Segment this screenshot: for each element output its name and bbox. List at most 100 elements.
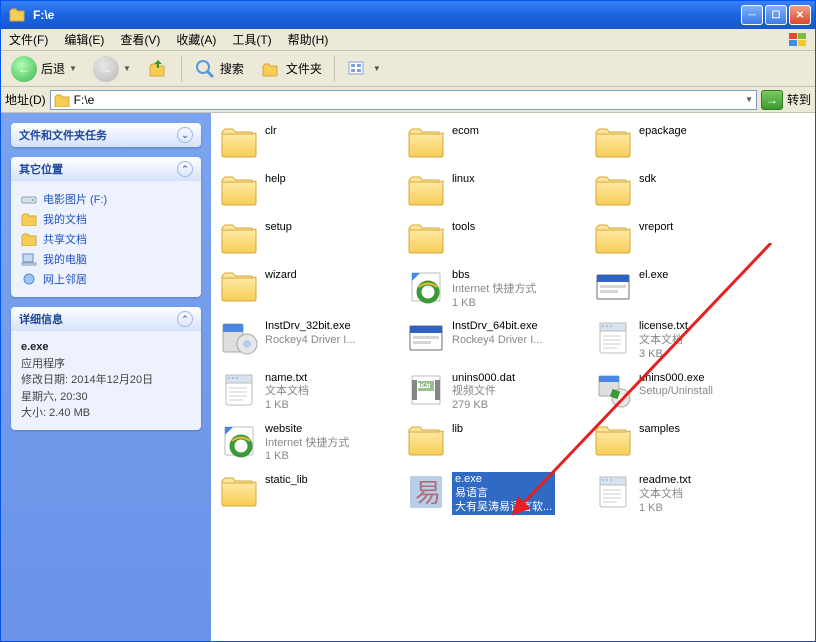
file-name: static_lib	[265, 474, 308, 488]
file-item[interactable]: InstDrv_32bit.exeRockey4 Driver I...	[219, 318, 404, 361]
file-item[interactable]: setup	[219, 219, 404, 259]
folder-icon	[54, 93, 70, 107]
menu-tools[interactable]: 工具(T)	[224, 31, 279, 48]
file-item[interactable]: bbsInternet 快捷方式1 KB	[406, 267, 591, 310]
file-item[interactable]: static_lib	[219, 472, 404, 515]
folder-icon	[219, 123, 259, 163]
chevron-up-icon[interactable]: ⌃	[177, 311, 193, 327]
sidebar-link[interactable]: 电影图片 (F:)	[21, 189, 191, 209]
views-button[interactable]: ▼	[343, 58, 385, 80]
sidebar-link[interactable]: 我的文档	[21, 209, 191, 229]
file-item[interactable]: unins000.exeSetup/Uninstall	[593, 370, 778, 413]
drive-icon	[21, 192, 37, 206]
sidebar-link-label: 共享文档	[43, 231, 87, 247]
chevron-down-icon[interactable]: ⌄	[177, 127, 193, 143]
search-button[interactable]: 搜索	[190, 56, 248, 82]
windows-flag-icon	[787, 31, 809, 49]
sidebar-link-label: 我的文档	[43, 211, 87, 227]
file-name: InstDrv_32bit.exe	[265, 320, 355, 334]
folder-icon	[219, 472, 259, 512]
file-item[interactable]: el.exe	[593, 267, 778, 310]
file-name: tools	[452, 221, 475, 235]
file-item[interactable]: samples	[593, 421, 778, 464]
details-modified: 修改日期: 2014年12月20日	[21, 372, 191, 389]
file-meta: 文本文档	[265, 385, 309, 399]
file-name: website	[265, 423, 349, 437]
file-name: samples	[639, 423, 680, 437]
file-item[interactable]: ecom	[406, 123, 591, 163]
file-item[interactable]: license.txt文本文档3 KB	[593, 318, 778, 361]
file-name: unins000.exe	[639, 372, 713, 386]
file-item[interactable]: websiteInternet 快捷方式1 KB	[219, 421, 404, 464]
file-item[interactable]: vreport	[593, 219, 778, 259]
ishortcut-icon	[219, 421, 259, 461]
file-item[interactable]: name.txt文本文档1 KB	[219, 370, 404, 413]
installer-icon	[219, 318, 259, 358]
go-label: 转到	[787, 91, 811, 108]
sidebar-link[interactable]: 共享文档	[21, 229, 191, 249]
file-item[interactable]: sdk	[593, 171, 778, 211]
file-item[interactable]: clr	[219, 123, 404, 163]
details-weekday: 星期六, 20:30	[21, 389, 191, 406]
app-icon	[593, 267, 633, 307]
chevron-up-icon[interactable]: ⌃	[177, 161, 193, 177]
file-item[interactable]: unins000.dat视频文件279 KB	[406, 370, 591, 413]
titlebar[interactable]: F:\e ─ ☐ ✕	[1, 1, 815, 29]
menu-view[interactable]: 查看(V)	[112, 31, 168, 48]
panel-tasks: 文件和文件夹任务⌄	[11, 123, 201, 147]
sidebar-link-label: 网上邻居	[43, 271, 87, 287]
forward-button[interactable]: →▼	[89, 54, 135, 84]
e-icon	[406, 472, 446, 512]
chevron-down-icon[interactable]: ▼	[745, 95, 753, 104]
sidebar-link[interactable]: 我的电脑	[21, 249, 191, 269]
file-item[interactable]: wizard	[219, 267, 404, 310]
close-button[interactable]: ✕	[789, 5, 811, 25]
file-item[interactable]: e.exe易语言大有吴涛易语言软...	[406, 472, 591, 515]
file-meta: 1 KB	[639, 502, 691, 516]
file-meta: 文本文档	[639, 488, 691, 502]
file-meta: 1 KB	[265, 450, 349, 464]
file-name: e.exe	[455, 473, 552, 487]
file-list[interactable]: clr ecom epackage help linux sdk setup tools vre…	[211, 113, 815, 641]
file-item[interactable]: help	[219, 171, 404, 211]
file-meta: 3 KB	[639, 348, 688, 362]
back-label: 后退	[41, 60, 65, 77]
file-meta: 易语言	[455, 487, 552, 501]
menu-edit[interactable]: 编辑(E)	[56, 31, 112, 48]
menu-fav[interactable]: 收藏(A)	[168, 31, 224, 48]
file-item[interactable]: readme.txt文本文档1 KB	[593, 472, 778, 515]
folder-icon	[219, 171, 259, 211]
folders-button[interactable]: 文件夹	[256, 57, 326, 81]
txt-icon	[593, 472, 633, 512]
maximize-button[interactable]: ☐	[765, 5, 787, 25]
address-input[interactable]: F:\e ▼	[50, 90, 757, 110]
menu-help[interactable]: 帮助(H)	[280, 31, 337, 48]
folder-icon	[593, 171, 633, 211]
folder-icon	[593, 219, 633, 259]
panel-other: 其它位置⌃ 电影图片 (F:)我的文档共享文档我的电脑网上邻居	[11, 157, 201, 297]
minimize-button[interactable]: ─	[741, 5, 763, 25]
back-button[interactable]: ←后退▼	[7, 54, 81, 84]
address-path: F:\e	[74, 93, 741, 107]
sidebar: 文件和文件夹任务⌄ 其它位置⌃ 电影图片 (F:)我的文档共享文档我的电脑网上邻…	[1, 113, 211, 641]
toolbar: ←后退▼ →▼ 搜索 文件夹 ▼	[1, 51, 815, 87]
file-item[interactable]: epackage	[593, 123, 778, 163]
up-button[interactable]	[143, 56, 173, 82]
search-label: 搜索	[220, 60, 244, 77]
separator	[181, 56, 182, 82]
file-name: linux	[452, 173, 475, 187]
folder-icon	[406, 123, 446, 163]
file-meta: 大有吴涛易语言软...	[455, 501, 552, 515]
file-item[interactable]: linux	[406, 171, 591, 211]
menu-file[interactable]: 文件(F)	[1, 31, 56, 48]
sidebar-link[interactable]: 网上邻居	[21, 269, 191, 289]
file-name: ecom	[452, 125, 479, 139]
file-item[interactable]: tools	[406, 219, 591, 259]
file-name: bbs	[452, 269, 536, 283]
file-meta: 文本文档	[639, 334, 688, 348]
go-button[interactable]: →	[761, 90, 783, 110]
file-meta: Internet 快捷方式	[265, 437, 349, 451]
file-item[interactable]: InstDrv_64bit.exeRockey4 Driver I...	[406, 318, 591, 361]
file-item[interactable]: lib	[406, 421, 591, 464]
file-meta: 视频文件	[452, 385, 515, 399]
